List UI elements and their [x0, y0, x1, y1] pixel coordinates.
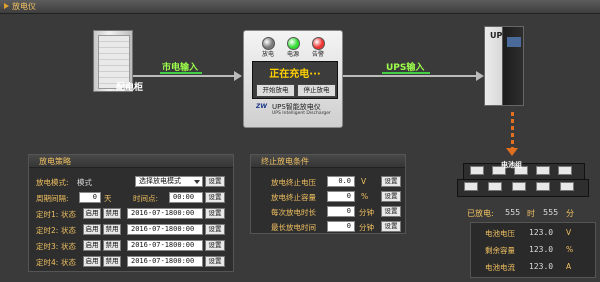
discharged-hours-unit: 时: [527, 209, 535, 218]
discharged-hours: 555: [505, 208, 521, 217]
cycle-label: 周期间隔:: [36, 194, 69, 203]
stop-conditions-panel: 终止放电条件 放电终止电压 0.0 V 设置 放电终止容量 0 % 设置 每次放…: [250, 154, 406, 234]
device-subtitle: UPS Intelligent Discharger: [272, 111, 331, 116]
stop-capacity-set-button[interactable]: 设置: [381, 191, 401, 202]
battery-bank-icon: 电池组: [455, 160, 590, 197]
battery-current-label: 电池电流: [485, 263, 515, 272]
battery-current-value: 123.0: [529, 262, 554, 271]
cycle-field[interactable]: 0: [79, 192, 101, 203]
timer-2-field[interactable]: 2016-07-1800:00: [127, 224, 203, 235]
ups-flow-indicator: [382, 72, 430, 74]
battery-readings: 电池电压 123.0 V 剩余容量 123.0 % 电池电流 123.0 A: [470, 222, 596, 278]
discharge-lamp-label: 放电: [262, 51, 275, 58]
device-screen: 正在充电··· 开始放电 停止放电: [252, 61, 338, 99]
stop-voltage-label: 放电终止电压: [271, 178, 316, 187]
mains-line: [133, 75, 235, 77]
charging-status: 正在充电···: [269, 69, 321, 80]
mode-set-button[interactable]: 设置: [205, 176, 225, 187]
timer-2-enable-button[interactable]: 启用: [83, 224, 101, 235]
timer-3-field[interactable]: 2016-07-1800:00: [127, 240, 203, 251]
stop-conditions-title: 终止放电条件: [251, 155, 405, 168]
stop-discharge-button[interactable]: 停止放电: [297, 84, 336, 97]
battery-label: 电池组: [501, 161, 522, 169]
battery-current-unit: A: [566, 262, 572, 271]
timer-3-status-label: 状态: [61, 242, 76, 251]
timer-4-enable-button[interactable]: 启用: [83, 256, 101, 267]
mains-arrow-icon: [234, 71, 242, 81]
max-discharge-time-label: 最长放电时间: [271, 223, 316, 232]
timer-2-status-label: 状态: [61, 226, 76, 235]
timer-3-disable-button[interactable]: 禁用: [103, 240, 121, 251]
timer-2-disable-button[interactable]: 禁用: [103, 224, 121, 235]
remaining-capacity-value: 123.0: [529, 245, 554, 254]
stop-voltage-set-button[interactable]: 设置: [381, 176, 401, 187]
time-field[interactable]: 00:00: [169, 192, 203, 203]
ups-cabinet-icon: UPS: [484, 26, 524, 106]
timer-2-set-button[interactable]: 设置: [205, 224, 225, 235]
time-label: 时间点:: [133, 194, 159, 203]
remaining-capacity-unit: %: [566, 245, 574, 254]
stop-capacity-field[interactable]: 0: [327, 191, 355, 202]
timer-1-enable-button[interactable]: 启用: [83, 208, 101, 219]
timer-1-field[interactable]: 2016-07-1800:00: [127, 208, 203, 219]
battery-connector: [511, 112, 514, 150]
timer-4-status-label: 状态: [61, 258, 76, 267]
discharge-duration-label: 每次放电时长: [271, 208, 316, 217]
start-discharge-button[interactable]: 开始放电: [256, 84, 295, 97]
chevron-down-icon: [194, 180, 200, 184]
discharged-minutes: 555: [543, 208, 559, 217]
timer-4-field[interactable]: 2016-07-1800:00: [127, 256, 203, 267]
mode-select-value: 选择放电模式: [139, 177, 181, 185]
discharged-minutes-unit: 分: [566, 209, 574, 218]
stop-capacity-unit: %: [361, 192, 369, 201]
ups-arrow-icon: [476, 71, 484, 81]
device-logo: ZW: [256, 103, 267, 110]
max-discharge-time-unit: 分钟: [359, 223, 374, 232]
window-title: 放电仪: [12, 2, 36, 11]
title-arrow-icon: [4, 3, 9, 9]
timer-2-label: 定时2:: [36, 226, 59, 235]
stop-voltage-field[interactable]: 0.0: [327, 176, 355, 187]
timer-3-set-button[interactable]: 设置: [205, 240, 225, 251]
timer-4-set-button[interactable]: 设置: [205, 256, 225, 267]
timer-1-disable-button[interactable]: 禁用: [103, 208, 121, 219]
ups-line: [343, 75, 476, 77]
strategy-title: 放电策略: [29, 155, 233, 168]
battery-voltage-unit: V: [566, 228, 572, 237]
discharger-device: 放电 电源 告警 正在充电··· 开始放电 停止放电 ZW UPS智能放电仪 U…: [243, 30, 343, 128]
cabinet-label: 配电柜: [116, 83, 144, 93]
strategy-panel: 放电策略 放电模式: 模式 选择放电模式 设置 周期间隔: 0 天 时间点: 0…: [28, 154, 234, 272]
battery-voltage-value: 123.0: [529, 228, 554, 237]
discharged-label: 已放电:: [467, 209, 494, 218]
stop-voltage-unit: V: [361, 177, 367, 186]
timer-1-status-label: 状态: [61, 210, 76, 219]
timer-1-set-button[interactable]: 设置: [205, 208, 225, 219]
max-discharge-time-field[interactable]: 0: [327, 221, 355, 232]
cycle-unit: 天: [104, 194, 112, 203]
discharge-duration-unit: 分钟: [359, 208, 374, 217]
timer-1-label: 定时1:: [36, 210, 59, 219]
alarm-lamp-label: 告警: [312, 51, 325, 58]
max-discharge-time-set-button[interactable]: 设置: [381, 221, 401, 232]
mode-select[interactable]: 选择放电模式: [135, 176, 203, 187]
timer-4-disable-button[interactable]: 禁用: [103, 256, 121, 267]
battery-voltage-label: 电池电压: [485, 229, 515, 238]
discharge-duration-field[interactable]: 0: [327, 206, 355, 217]
timer-3-enable-button[interactable]: 启用: [83, 240, 101, 251]
ups-label: UPS: [490, 31, 509, 40]
mains-flow-indicator: [160, 72, 202, 74]
mode-label: 放电模式:: [36, 178, 69, 187]
stop-capacity-label: 放电终止容量: [271, 193, 316, 202]
timer-4-label: 定时4:: [36, 258, 59, 267]
discharge-duration-set-button[interactable]: 设置: [381, 206, 401, 217]
connector-arrow-icon: [506, 148, 518, 156]
timer-3-label: 定时3:: [36, 242, 59, 251]
cycle-set-button[interactable]: 设置: [205, 192, 225, 203]
power-lamp-label: 电源: [287, 51, 300, 58]
title-bar: 放电仪: [0, 0, 600, 14]
mode-value: 模式: [77, 178, 92, 187]
remaining-capacity-label: 剩余容量: [485, 246, 515, 255]
